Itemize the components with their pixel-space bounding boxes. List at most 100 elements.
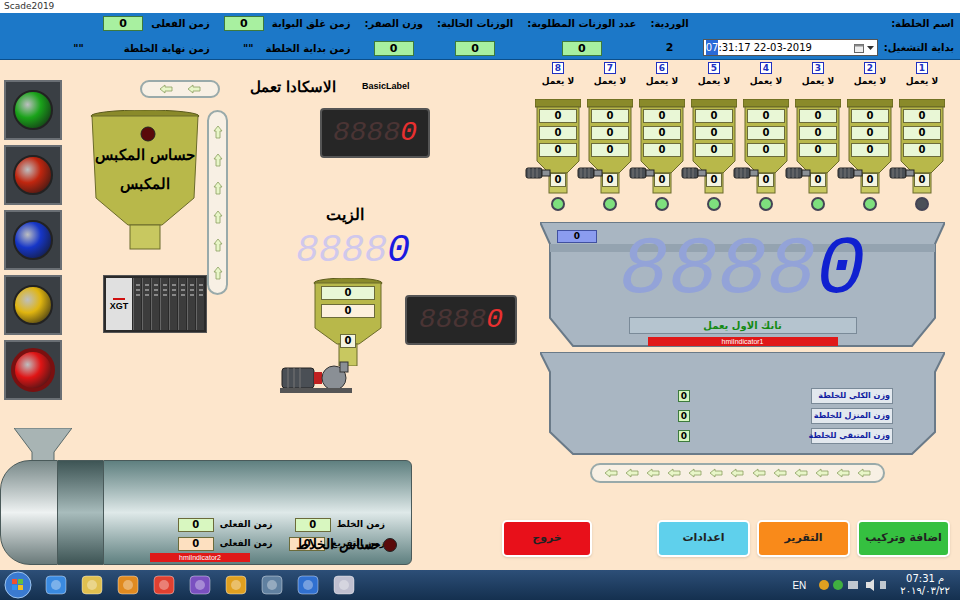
hopper-value: 0 [799,143,837,157]
mixer-sensor-label: حساس الخلاط [296,534,381,555]
hopper-status: لا يعمل [646,76,678,87]
start-orb-icon[interactable] [4,571,32,599]
scale-status: تانك الاول يعمل [629,317,857,334]
shift-value: 2 [666,40,674,57]
status-lamp [4,210,62,270]
arrow-left-icon [187,84,201,94]
total-label: وزن الكلي للخلطة [811,388,893,404]
action-button[interactable]: اضافة وتركيب [857,520,950,557]
hopper-value: 0 [810,173,826,187]
hopper-value: 0 [914,173,930,187]
hopper-value: 0 [758,173,774,187]
arrow-left-icon [836,468,850,478]
taskbar-app-icon[interactable] [296,574,320,596]
gate-time-value: 0 [224,16,264,31]
required-weights-label: عدد الوزنات المطلوبة: [527,16,636,31]
hopper-light [551,197,565,211]
arrow-left-icon [773,468,787,478]
scale-indicator: hmiIndicator1 [648,337,838,346]
status-lamp [4,275,62,335]
taskbar-app-icon[interactable] [152,574,176,596]
mixer-field-label: زمن الخلط [337,518,385,532]
hopper: 4لا يعمل0000 [740,60,792,211]
total-row: 0وزن المتبقي للخلطة [678,428,893,444]
hopper-value: 0 [799,126,837,140]
ingredient-hoppers: 1لا يعمل00002لا يعمل00003لا يعمل00004لا … [528,60,948,211]
plc-rack: XGT [103,275,207,333]
arrow-left-icon [646,468,660,478]
exit-button[interactable]: خروج [502,520,592,557]
start-date-picker[interactable]: 07:31:17 22-03-2019 [703,39,878,56]
mixer-field: زمن الفعلى0 [170,518,273,532]
stop-button[interactable] [4,340,62,400]
scale-tag: 0 [557,230,597,243]
hopper-status: لا يعمل [854,76,886,87]
arrow-up-icon [213,210,223,224]
hopper: 5لا يعمل0000 [688,60,740,211]
hopper-value: 0 [799,109,837,123]
clock[interactable]: 07:31 م٢٠١٩/٠٣/٢٢ [900,573,956,598]
press-sensor-label: حساس المكبس [95,148,195,163]
taskbar-app-icon[interactable] [188,574,212,596]
press-hopper: حساس المكبسالمكبس [90,110,200,250]
oil-display: 88880 [296,232,410,270]
plc-label: XGT [110,302,129,311]
tray-icons [818,578,888,592]
hopper: 8لا يعمل0000 [532,60,584,211]
taskbar-app-icon[interactable] [44,574,68,596]
hopper-status: لا يعمل [698,76,730,87]
motor-icon [785,165,811,181]
hopper-status: لا يعمل [906,76,938,87]
arrow-left-icon [709,468,723,478]
scale-hopper: 0 88880 تانك الاول يعمل hmiIndicator1 [540,222,945,352]
hopper-value: 0 [695,126,733,140]
hopper-light [811,197,825,211]
hopper-value: 0 [747,126,785,140]
action-button[interactable]: اعدادات [657,520,750,557]
total-value: 0 [678,430,690,442]
arrow-left-icon [159,84,173,94]
taskbar-app-icon[interactable] [224,574,248,596]
zero-weight-label: وزن الصفر: [364,16,422,31]
arrow-up-icon [213,153,223,167]
required-weights-value: 0 [562,41,602,56]
motor-icon [525,165,551,181]
language-indicator[interactable]: EN [792,578,806,593]
plc-module [169,278,177,330]
motor-icon [681,165,707,181]
gate-time-label: زمن غلق البوابة [272,16,351,31]
hopper-value: 0 [695,109,733,123]
hopper-value: 0 [591,143,629,157]
arrow-up-icon [213,238,223,252]
hopper-light [759,197,773,211]
taskbar-app-icon[interactable] [260,574,284,596]
top-conveyor [140,80,220,98]
hopper-value: 0 [550,173,566,187]
action-button[interactable]: التقرير [757,520,850,557]
hopper-value: 0 [747,143,785,157]
hopper-value: 0 [539,126,577,140]
hopper-number: 5 [708,62,720,74]
hopper-value: 0 [643,109,681,123]
hopper-number: 3 [812,62,824,74]
mixer: زمن الخلط0زمن الفعلى0زمن التفريغ0زمن الف… [0,428,412,565]
arrow-left-icon [730,468,744,478]
taskbar-app-icon[interactable] [116,574,140,596]
motor-icon [837,165,863,181]
scale-display: 88880 [619,228,865,314]
hopper-value: 0 [643,143,681,157]
taskbar-app-icon[interactable] [80,574,104,596]
taskbar: EN 07:31 م٢٠١٩/٠٣/٢٢ [0,570,960,600]
plc-module [178,278,186,330]
oil-tank: 000 [313,278,383,366]
plc-module [187,278,195,330]
arrow-left-icon [604,468,618,478]
mixer-field-value: 0 [295,518,331,532]
mix-start-value: "" [243,41,253,56]
hopper-light [863,197,877,211]
hopper-value: 0 [654,173,670,187]
window-title: Scade2019 [4,2,54,11]
taskbar-app-icon[interactable] [332,574,356,596]
top-display: 88880 [333,119,417,147]
arrow-left-icon [667,468,681,478]
